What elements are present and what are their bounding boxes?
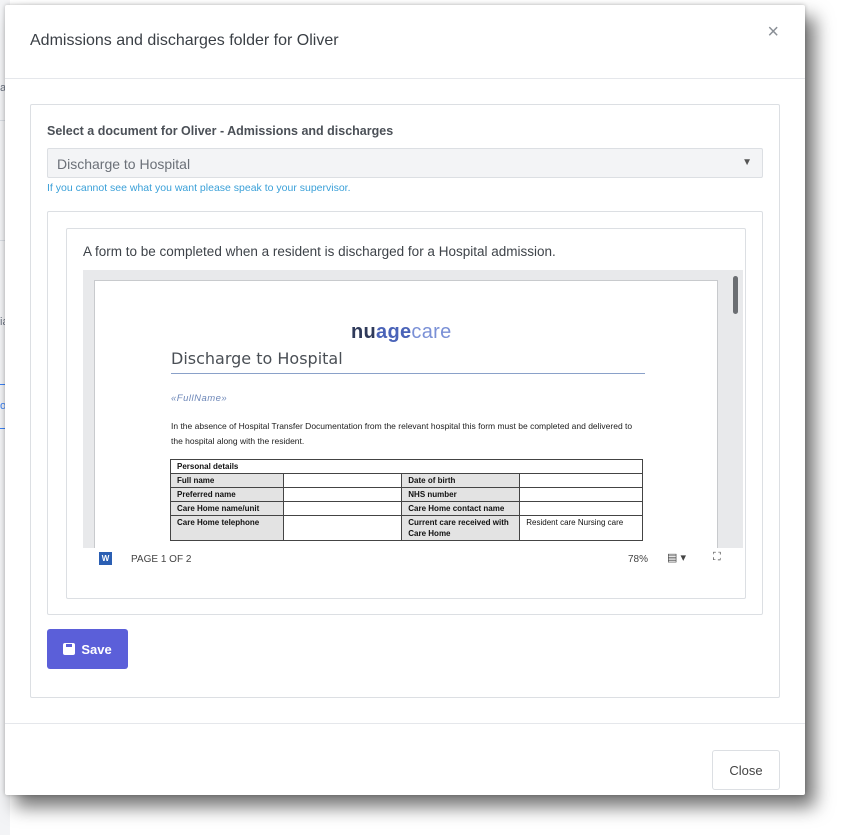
save-button-label: Save xyxy=(81,641,112,657)
nuagecare-logo: nuagecare xyxy=(351,321,452,344)
table-cell xyxy=(519,487,643,502)
modal-title: Admissions and discharges folder for Oli… xyxy=(30,32,339,49)
table-header: Personal details xyxy=(170,459,643,474)
help-text: If you cannot see what you want please s… xyxy=(47,182,351,194)
document-description: A form to be completed when a resident i… xyxy=(83,244,556,259)
admissions-modal: Admissions and discharges folder for Oli… xyxy=(5,5,805,795)
document-page: nuagecare Discharge to Hospital «FullNam… xyxy=(94,280,718,550)
viewer-toolbar: W PAGE 1 OF 2 78% ▤ ▾ ⛶ xyxy=(83,548,743,570)
table-cell: Care Home contact name xyxy=(401,501,521,516)
table-cell: Preferred name xyxy=(169,487,285,502)
table-row: Full name Date of birth xyxy=(169,473,643,488)
save-button[interactable]: Save xyxy=(47,629,128,669)
page-count: PAGE 1 OF 2 xyxy=(131,554,192,565)
document-card: A form to be completed when a resident i… xyxy=(66,228,746,599)
table-cell xyxy=(283,515,403,541)
table-cell: Resident care Nursing care xyxy=(519,515,643,541)
title-divider xyxy=(171,373,645,374)
logo-part: care xyxy=(411,321,452,343)
table-cell: Full name xyxy=(169,473,285,488)
floppy-disk-icon xyxy=(63,643,76,655)
table-cell: Care Home telephone xyxy=(169,515,285,541)
table-row: Care Home name/unit Care Home contact na… xyxy=(169,501,643,516)
document-paragraph: In the absence of Hospital Transfer Docu… xyxy=(171,421,633,446)
select-label: Select a document for Oliver - Admission… xyxy=(47,124,394,138)
table-cell xyxy=(283,501,403,516)
personal-details-table: Personal details Full name Date of birth… xyxy=(169,459,643,541)
fit-to-page-icon[interactable]: ⛶ xyxy=(713,551,721,564)
document-preview-panel: A form to be completed when a resident i… xyxy=(47,211,763,615)
caret-down-icon: ▼ xyxy=(742,157,752,168)
table-row: Care Home telephone Current care receive… xyxy=(169,515,643,541)
document-selection-panel: Select a document for Oliver - Admission… xyxy=(30,104,780,698)
table-cell xyxy=(283,473,403,488)
table-cell xyxy=(283,487,403,502)
close-button[interactable]: Close xyxy=(712,750,780,790)
document-select-value: Discharge to Hospital xyxy=(57,156,191,172)
zoom-level[interactable]: 78% xyxy=(628,554,648,565)
document-viewer[interactable]: nuagecare Discharge to Hospital «FullNam… xyxy=(83,270,743,570)
table-row: Preferred name NHS number xyxy=(169,487,643,502)
page-view-menu-icon[interactable]: ▤ ▾ xyxy=(667,551,686,564)
table-cell xyxy=(519,501,643,516)
modal-footer: Close xyxy=(5,723,805,795)
table-cell: NHS number xyxy=(401,487,521,502)
table-cell: Care Home name/unit xyxy=(169,501,285,516)
document-title: Discharge to Hospital xyxy=(171,349,343,368)
close-icon[interactable]: × xyxy=(767,22,779,42)
document-select[interactable]: Discharge to Hospital ▼ xyxy=(47,148,763,178)
word-document-icon: W xyxy=(99,552,112,565)
table-cell xyxy=(519,473,643,488)
logo-part: nu xyxy=(351,321,377,343)
table-cell: Date of birth xyxy=(401,473,521,488)
viewer-scrollbar[interactable] xyxy=(733,276,738,314)
logo-part: age xyxy=(376,321,412,343)
table-cell: Current care received with Care Home xyxy=(401,515,521,541)
modal-header: Admissions and discharges folder for Oli… xyxy=(5,5,805,79)
merge-field: «FullName» xyxy=(171,393,228,404)
